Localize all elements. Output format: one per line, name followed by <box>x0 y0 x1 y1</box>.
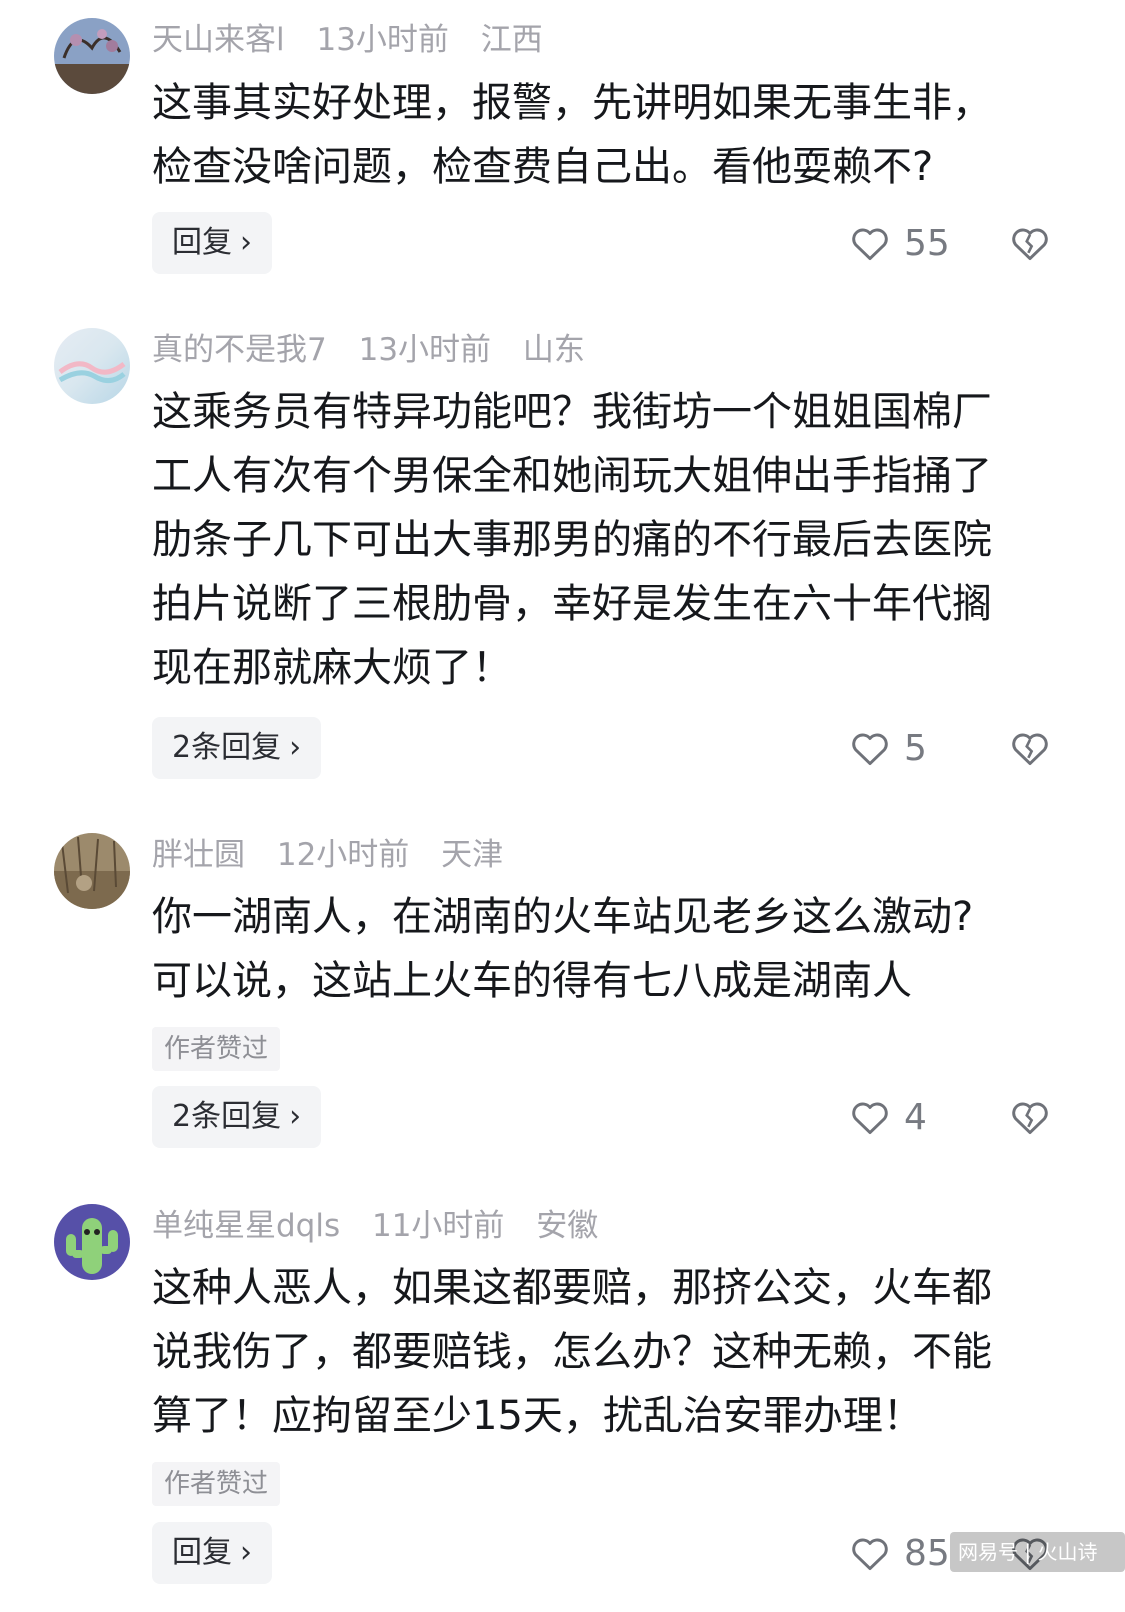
comment-text: 这种人恶人，如果这都要赔，那挤公交，火车都 说我伤了，都要赔钱，怎么办？这种无赖… <box>152 1256 1062 1448</box>
comment-text: 你一湖南人，在湖南的火车站见老乡这么激动? 可以说，这站上火车的得有七八成是湖南… <box>152 885 1062 1013</box>
reply-label: 2条回复 <box>172 1099 282 1134</box>
comment-time: 12小时前 <box>276 837 410 873</box>
chevron-right-icon: › <box>240 1535 252 1570</box>
reply-label: 回复 <box>172 1535 232 1570</box>
watermark: 网易号 | 火山诗话 <box>950 1532 1125 1604</box>
heart-outline-icon <box>852 733 888 766</box>
like-button[interactable]: 5 <box>850 717 927 779</box>
comment-time: 11小时前 <box>371 1208 505 1244</box>
broken-heart-icon <box>1012 228 1048 261</box>
comment-text: 这事其实好处理，报警，先讲明如果无事生非， 检查没啥问题，检查费自己出。看他耍赖… <box>152 71 1062 199</box>
avatar[interactable] <box>54 1204 130 1280</box>
broken-heart-icon <box>1012 733 1048 766</box>
like-count: 4 <box>904 1096 927 1138</box>
like-button[interactable]: 55 <box>850 212 950 274</box>
reply-button[interactable]: 回复 › <box>152 212 272 274</box>
dislike-button[interactable] <box>1010 212 1054 274</box>
chevron-right-icon: › <box>240 225 252 260</box>
comment-line: 检查没啥问题，检查费自己出。看他耍赖不? <box>152 144 934 190</box>
username[interactable]: 天山来客l <box>152 22 285 58</box>
author-liked-badge: 作者赞过 <box>152 1462 281 1506</box>
like-button[interactable]: 4 <box>850 1086 927 1148</box>
comment-meta: 天山来客l 13小时前 江西 <box>152 18 565 62</box>
author-liked-badge: 作者赞过 <box>152 1027 281 1071</box>
dislike-button[interactable] <box>1010 717 1054 779</box>
comment-location: 安徽 <box>536 1208 599 1244</box>
username[interactable]: 单纯星星dqls <box>152 1208 340 1244</box>
reply-label: 回复 <box>172 225 232 260</box>
comment-line: 肋条子几下可出大事那男的痛的不行最后去医院 <box>152 517 992 563</box>
comment-line: 工人有次有个男保全和她闹玩大姐伸出手指捅了 <box>152 453 992 499</box>
like-count: 85 <box>904 1532 950 1574</box>
comment-meta: 真的不是我7 13小时前 山东 <box>152 328 607 372</box>
comment-line: 这种人恶人，如果这都要赔，那挤公交，火车都 <box>152 1265 992 1311</box>
comment-line: 说我伤了，都要赔钱，怎么办？这种无赖，不能 <box>152 1329 992 1375</box>
comment-line: 这事其实好处理，报警，先讲明如果无事生非， <box>152 80 992 126</box>
comment-meta: 单纯星星dqls 11小时前 安徽 <box>152 1204 620 1248</box>
broken-heart-icon <box>1012 1102 1048 1135</box>
comment-line: 现在那就麻大烦了！ <box>152 645 512 691</box>
heart-outline-icon <box>852 228 888 261</box>
comment-text: 这乘务员有特异功能吧？我街坊一个姐姐国棉厂 工人有次有个男保全和她闹玩大姐伸出手… <box>152 380 1062 700</box>
reply-label: 2条回复 <box>172 730 282 765</box>
comment-time: 13小时前 <box>316 22 449 58</box>
comment-time: 13小时前 <box>358 332 492 368</box>
reply-button[interactable]: 回复 › <box>152 1522 272 1584</box>
comment-line: 这乘务员有特异功能吧？我街坊一个姐姐国棉厂 <box>152 389 992 435</box>
comment-location: 江西 <box>480 22 543 58</box>
comment-location: 天津 <box>441 837 504 873</box>
heart-outline-icon <box>852 1538 888 1571</box>
comment-line: 算了！应拘留至少15天，扰乱治安罪办理！ <box>152 1393 923 1439</box>
like-count: 5 <box>904 727 927 769</box>
dislike-button[interactable] <box>1010 1086 1054 1148</box>
comment-line: 可以说，这站上火车的得有七八成是湖南人 <box>152 958 912 1004</box>
chevron-right-icon: › <box>289 730 302 765</box>
avatar[interactable] <box>54 328 130 404</box>
heart-outline-icon <box>852 1102 888 1135</box>
reply-button[interactable]: 2条回复 › <box>152 717 322 779</box>
comment-location: 山东 <box>522 332 585 368</box>
like-button[interactable]: 85 <box>850 1522 950 1584</box>
avatar[interactable] <box>54 833 130 909</box>
avatar[interactable] <box>54 18 130 94</box>
like-count: 55 <box>904 222 950 264</box>
chevron-right-icon: › <box>289 1099 302 1134</box>
username[interactable]: 胖壮圆 <box>152 837 245 873</box>
username[interactable]: 真的不是我7 <box>152 332 327 368</box>
reply-button[interactable]: 2条回复 › <box>152 1086 322 1148</box>
comment-meta: 胖壮圆 12小时前 天津 <box>152 833 525 877</box>
comment-line: 你一湖南人，在湖南的火车站见老乡这么激动? <box>152 894 974 940</box>
comment-line: 拍片说断了三根肋骨，幸好是发生在六十年代搁 <box>152 581 992 627</box>
